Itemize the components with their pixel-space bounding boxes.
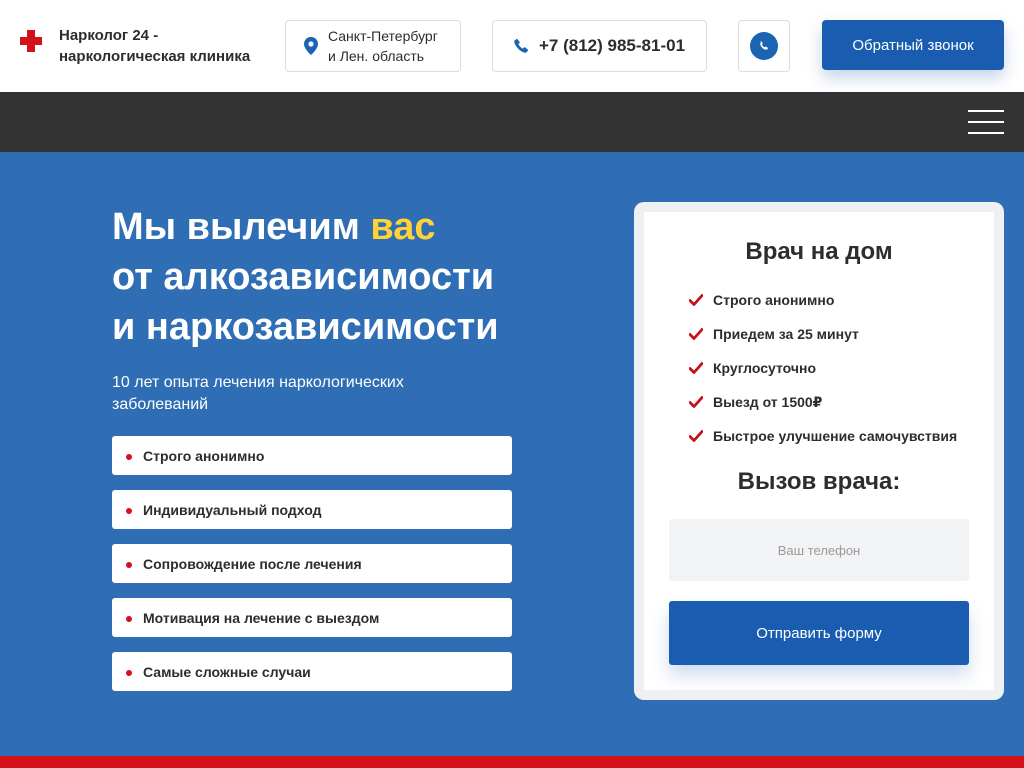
hero-title-highlight: вас: [370, 206, 436, 248]
logo-line-1: Нарколог 24 -: [59, 27, 159, 44]
hero-title-line-1: Мы вылечим вас: [112, 202, 582, 252]
whatsapp-button[interactable]: [738, 20, 790, 72]
hero-title-line-3: и наркозависимости: [112, 306, 499, 348]
checkmark-icon: [689, 430, 703, 442]
callback-button[interactable]: Обратный звонок: [822, 20, 1004, 70]
hero-title-start: Мы вылечим: [112, 206, 371, 248]
checkmark-icon: [689, 328, 703, 340]
form-check-item: Строго анонимно: [689, 290, 834, 310]
map-pin-icon: [304, 37, 318, 55]
nav-bar: [0, 92, 1024, 152]
bullet-dot-icon: [126, 670, 132, 676]
bullet-dot-icon: [126, 508, 132, 514]
feature-text: Строго анонимно: [143, 447, 265, 464]
form-check-item: Быстрое улучшение самочувствия: [689, 426, 957, 446]
form-title: Врач на дом: [745, 238, 893, 265]
form-check-item: Приедем за 25 минут: [689, 324, 859, 344]
feature-text: Самые сложные случаи: [143, 663, 311, 680]
phone-box[interactable]: +7 (812) 985-81-01: [492, 20, 707, 72]
feature-item: Сопровождение после лечения: [112, 544, 512, 583]
menu-bar-line: [968, 110, 1004, 112]
clinic-logo-text[interactable]: Нарколог 24 - наркологическая клиника: [59, 25, 269, 67]
location-city: Санкт-Петербург: [328, 28, 438, 44]
red-divider-strip: [0, 756, 1024, 768]
feature-item: Строго анонимно: [112, 436, 512, 475]
hero-title: Мы вылечим вас от алкозависимости и нарк…: [112, 202, 582, 352]
form-check-item: Выезд от 1500₽: [689, 392, 822, 412]
submit-form-button[interactable]: Отправить форму: [669, 601, 969, 665]
form-check-text: Приедем за 25 минут: [713, 326, 859, 342]
location-box: Санкт-Петербург и Лен. область: [285, 20, 461, 72]
menu-bar-line: [968, 121, 1004, 123]
whatsapp-icon: [750, 32, 778, 60]
bullet-dot-icon: [126, 616, 132, 622]
feature-item: Мотивация на лечение с выездом: [112, 598, 512, 637]
feature-text: Сопровождение после лечения: [143, 555, 362, 572]
location-region: и Лен. область: [328, 48, 425, 64]
checkmark-icon: [689, 294, 703, 306]
feature-item: Самые сложные случаи: [112, 652, 512, 691]
logo-line-2: наркологическая клиника: [59, 48, 251, 65]
feature-text: Мотивация на лечение с выездом: [143, 609, 380, 626]
form-check-text: Круглосуточно: [713, 360, 817, 376]
phone-icon: [514, 38, 529, 53]
menu-bar-line: [968, 132, 1004, 134]
call-doctor-title: Вызов врача:: [737, 468, 901, 495]
form-check-item: Круглосуточно: [689, 358, 816, 378]
phone-input[interactable]: [669, 519, 969, 581]
bullet-dot-icon: [126, 454, 132, 460]
form-check-text: Строго анонимно: [713, 292, 835, 308]
form-check-text: Выезд от 1500₽: [713, 393, 823, 410]
hero-subtitle: 10 лет опыта лечения наркологических заб…: [112, 374, 404, 413]
checkmark-icon: [689, 396, 703, 408]
phone-number-link[interactable]: +7 (812) 985-81-01: [539, 36, 685, 56]
form-check-text: Быстрое улучшение самочувствия: [713, 428, 958, 444]
hero-title-line-2: от алкозависимости: [112, 256, 495, 298]
red-cross-icon[interactable]: [20, 30, 42, 52]
checkmark-icon: [689, 362, 703, 374]
hamburger-menu-icon[interactable]: [968, 110, 1004, 134]
site-header: Нарколог 24 - наркологическая клиника Са…: [0, 0, 1024, 92]
feature-item: Индивидуальный подход: [112, 490, 512, 529]
feature-text: Индивидуальный подход: [143, 501, 322, 518]
bullet-dot-icon: [126, 562, 132, 568]
